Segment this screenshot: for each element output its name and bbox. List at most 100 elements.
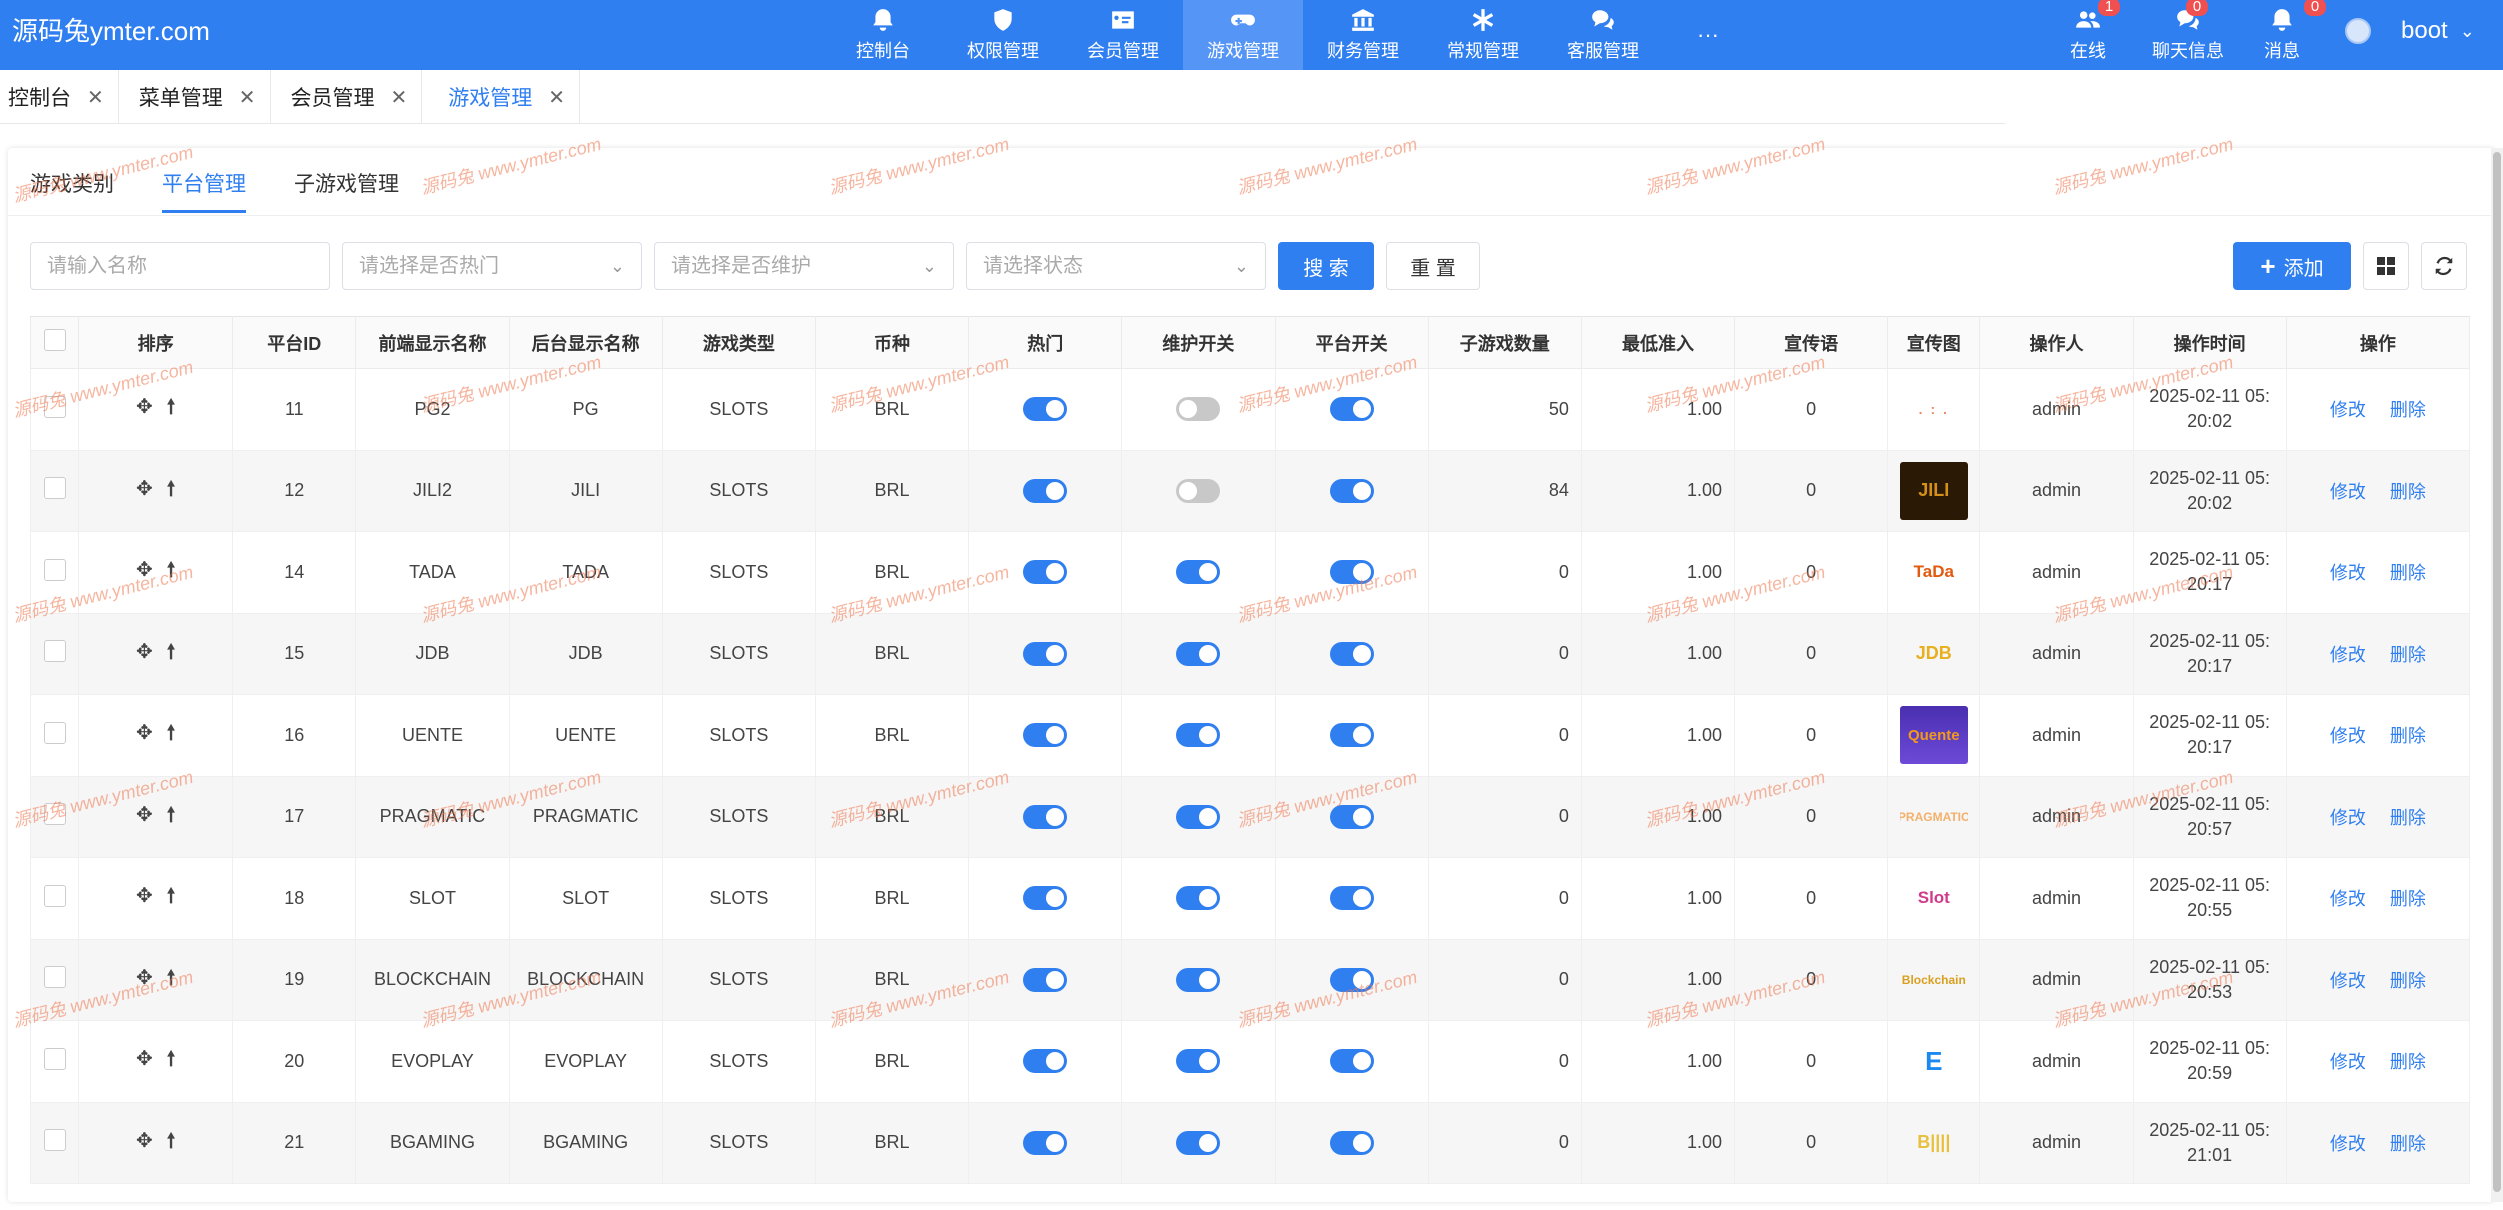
nav-permission[interactable]: 权限管理 [943,0,1063,70]
page-scrollbar[interactable] [2491,148,2503,1202]
online-users-button[interactable]: 在线 1 [2058,0,2120,70]
delete-link[interactable]: 删除 [2390,563,2426,583]
promo-image[interactable]: Blockchain [1900,951,1968,1009]
arrow-up-icon[interactable]: 🠕 [167,722,176,744]
platform-toggle[interactable] [1329,804,1374,829]
select-all-checkbox[interactable] [43,329,66,351]
row-checkbox[interactable] [43,1129,66,1152]
hot-toggle[interactable] [1023,886,1068,911]
promo-image[interactable]: E [1900,1032,1968,1090]
row-checkbox[interactable] [43,803,66,826]
edit-link[interactable]: 修改 [2330,726,2366,746]
tab-game[interactable]: 游戏管理 ✕ [422,70,581,124]
delete-link[interactable]: 删除 [2390,645,2426,665]
maintenance-toggle[interactable] [1176,1130,1221,1155]
hot-toggle[interactable] [1023,641,1068,666]
tab-member[interactable]: 会员管理 ✕ [271,70,423,124]
maintenance-toggle[interactable] [1176,804,1221,829]
edit-link[interactable]: 修改 [2330,482,2366,502]
promo-image[interactable]: PRAGMATIC [1900,788,1968,846]
edit-link[interactable]: 修改 [2330,971,2366,991]
delete-link[interactable]: 删除 [2390,808,2426,828]
hot-toggle[interactable] [1023,723,1068,748]
maintenance-toggle[interactable] [1176,886,1221,911]
grid-view-button[interactable] [2363,242,2409,290]
hot-toggle[interactable] [1023,560,1068,585]
delete-link[interactable]: 删除 [2390,971,2426,991]
arrow-up-icon[interactable]: 🠕 [167,885,176,907]
platform-toggle[interactable] [1329,641,1374,666]
platform-toggle[interactable] [1329,1130,1374,1155]
search-button[interactable]: 搜 索 [1278,242,1374,290]
maintenance-toggle[interactable] [1176,1049,1221,1074]
close-icon[interactable]: ✕ [391,85,408,110]
row-checkbox[interactable] [43,884,66,907]
hot-toggle[interactable] [1023,478,1068,503]
hot-toggle[interactable] [1023,1049,1068,1074]
delete-link[interactable]: 删除 [2390,889,2426,909]
user-menu[interactable]: boot ⌄ [2345,0,2475,62]
platform-toggle[interactable] [1329,478,1374,503]
delete-link[interactable]: 删除 [2390,726,2426,746]
tab-console[interactable]: 控制台 ✕ [0,70,119,124]
maintenance-toggle[interactable] [1176,641,1221,666]
move-icon[interactable]: ✥ [136,478,153,500]
promo-image[interactable]: JDB [1900,625,1968,683]
platform-toggle[interactable] [1329,1049,1374,1074]
platform-toggle[interactable] [1329,560,1374,585]
row-checkbox[interactable] [43,395,66,418]
promo-image[interactable]: Slot [1900,869,1968,927]
edit-link[interactable]: 修改 [2330,400,2366,420]
promo-image[interactable]: JILI [1899,461,1968,520]
row-checkbox[interactable] [43,640,66,663]
promo-image[interactable]: B|||| [1900,1114,1968,1172]
maintenance-toggle[interactable] [1176,560,1221,585]
delete-link[interactable]: 删除 [2390,482,2426,502]
maintenance-toggle[interactable] [1176,478,1221,503]
nav-console[interactable]: 控制台 [823,0,943,70]
scrollbar-thumb[interactable] [2493,152,2501,1192]
nav-general[interactable]: 常规管理 [1423,0,1543,70]
refresh-button[interactable] [2421,242,2467,290]
chat-info-button[interactable]: 聊天信息 0 [2142,0,2234,70]
nav-service[interactable]: 客服管理 [1543,0,1663,70]
hot-select[interactable]: 请选择是否热门 ⌄ [342,242,642,290]
maintenance-toggle[interactable] [1176,967,1221,992]
maintenance-toggle[interactable] [1176,723,1221,748]
move-icon[interactable]: ✥ [136,885,153,907]
add-button[interactable]: + 添加 [2233,242,2351,290]
arrow-up-icon[interactable]: 🠕 [167,1130,176,1152]
move-icon[interactable]: ✥ [136,804,153,826]
move-icon[interactable]: ✥ [136,641,153,663]
move-icon[interactable]: ✥ [136,1130,153,1152]
status-select[interactable]: 请选择状态 ⌄ [966,242,1266,290]
delete-link[interactable]: 删除 [2390,1134,2426,1154]
arrow-up-icon[interactable]: 🠕 [167,641,176,663]
delete-link[interactable]: 删除 [2390,1052,2426,1072]
edit-link[interactable]: 修改 [2330,889,2366,909]
maintenance-select[interactable]: 请选择是否维护 ⌄ [654,242,954,290]
arrow-up-icon[interactable]: 🠕 [167,1048,176,1070]
subtab-platform[interactable]: 平台管理 [162,168,246,213]
close-icon[interactable]: ✕ [548,85,565,110]
reset-button[interactable]: 重 置 [1386,242,1480,290]
arrow-up-icon[interactable]: 🠕 [167,396,176,418]
hot-toggle[interactable] [1023,1130,1068,1155]
edit-link[interactable]: 修改 [2330,1052,2366,1072]
hot-toggle[interactable] [1023,804,1068,829]
row-checkbox[interactable] [43,477,66,500]
nav-more-button[interactable]: ··· [1663,0,1753,70]
close-icon[interactable]: ✕ [87,85,104,110]
delete-link[interactable]: 删除 [2390,400,2426,420]
arrow-up-icon[interactable]: 🠕 [167,804,176,826]
row-checkbox[interactable] [43,558,66,581]
move-icon[interactable]: ✥ [136,1048,153,1070]
nav-finance[interactable]: 财务管理 [1303,0,1423,70]
maintenance-toggle[interactable] [1176,397,1221,422]
name-input[interactable]: 请输入名称 [30,242,330,290]
nav-game[interactable]: 游戏管理 [1183,0,1303,70]
platform-toggle[interactable] [1329,967,1374,992]
row-checkbox[interactable] [43,966,66,989]
promo-image[interactable]: Quente [1899,706,1968,765]
subtab-subgame[interactable]: 子游戏管理 [294,168,399,198]
